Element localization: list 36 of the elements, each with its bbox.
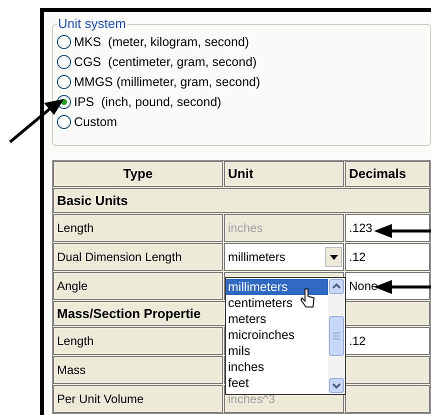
unit-dropdown[interactable]: millimeters [224, 243, 344, 271]
list-option[interactable]: inches [226, 359, 328, 375]
table-cell: Mass [53, 356, 223, 384]
list-option[interactable]: mils [226, 343, 328, 359]
table-cell: Dual Dimension Length [53, 243, 223, 271]
scrollbar[interactable] [328, 278, 345, 394]
radio-button[interactable] [57, 115, 71, 129]
list-option[interactable]: millimeters [226, 279, 328, 295]
group-title: Unit system [57, 16, 127, 32]
scroll-thumb[interactable] [329, 316, 344, 356]
column-header: Decimals [345, 161, 430, 187]
table-cell: Per Unit Volume [53, 385, 223, 413]
table-cell: Length [53, 327, 223, 355]
list-option[interactable]: microinches [226, 327, 328, 343]
section-header: Basic Units [53, 188, 430, 213]
radio-button[interactable] [57, 75, 71, 89]
column-header: Type [53, 161, 223, 187]
decimals-field[interactable]: .123 [345, 214, 430, 242]
decimals-field[interactable]: .12 [345, 327, 430, 355]
scroll-up-icon[interactable] [329, 279, 344, 294]
radio-label[interactable]: IPS (inch, pound, second) [74, 92, 222, 112]
radio-button[interactable] [57, 35, 71, 49]
dropdown-arrow-icon [330, 254, 338, 260]
decimals-field[interactable]: .12 [345, 243, 430, 271]
radio-label[interactable]: Custom [74, 112, 118, 132]
table-cell: Length [53, 214, 223, 242]
scroll-down-icon[interactable] [329, 378, 344, 393]
radio-label[interactable]: MMGS (millimeter, gram, second) [74, 72, 260, 92]
arrow [374, 223, 431, 239]
list-option[interactable]: meters [226, 311, 328, 327]
radio-button[interactable] [57, 55, 71, 69]
table-cell: Angle [53, 272, 223, 300]
table-cell: inches [224, 214, 344, 242]
radio-label[interactable]: MKS (meter, kilogram, second) [74, 32, 250, 52]
radio-label[interactable]: CGS (centimeter, gram, second) [74, 52, 257, 72]
column-header: Unit [224, 161, 344, 187]
